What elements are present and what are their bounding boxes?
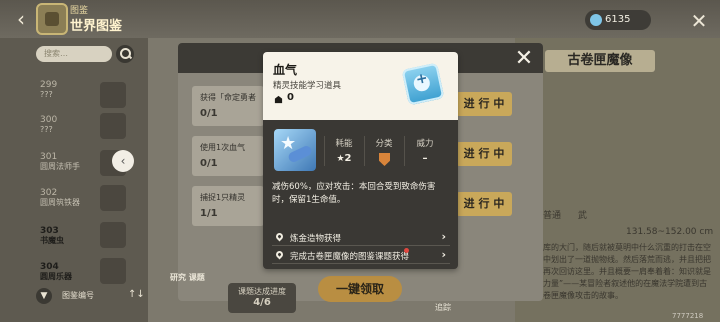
list-item[interactable]: 299???	[40, 80, 104, 100]
monster-thumbnail	[100, 222, 126, 248]
task-text: 获得「命定勇者	[200, 93, 256, 102]
track-progress: 4/6	[253, 297, 271, 308]
size-range: 131.58~152.00 cm	[626, 227, 714, 237]
list-item[interactable]: 301 圆周法师手	[40, 152, 104, 172]
task-card: 获得「命定勇者 0/1	[192, 86, 264, 126]
task-dialog-title: 古卷匣魔像	[545, 50, 655, 72]
item-header: 血气 精灵技能学习道具 0	[263, 52, 458, 120]
category-shield-icon	[379, 153, 390, 166]
task-progress: 0/1	[200, 158, 218, 169]
list-item[interactable]: 303 书魔虫	[40, 226, 104, 246]
monster-thumbnail	[100, 185, 126, 211]
cost-label: 耗能	[335, 139, 353, 149]
category-label: 分类	[375, 139, 393, 149]
source-row-research[interactable]: 完成古卷匣魔像的图鉴课题获得 ›	[272, 248, 450, 264]
sort-icon[interactable]: ↑↓	[128, 289, 145, 300]
owned-count: 0	[287, 92, 294, 103]
task-status-button[interactable]: 进 行 中	[456, 192, 512, 216]
task-text: 捕捉1只精灵	[200, 193, 246, 202]
type-tag: 武	[577, 211, 587, 221]
chevron-right-icon: ›	[441, 248, 446, 261]
item-name: 血气	[273, 63, 298, 77]
research-label: 研究 课题	[170, 273, 205, 282]
star-icon: ★	[336, 154, 345, 164]
task-text: 使用1次血气	[200, 143, 246, 152]
page-close-button[interactable]: ✕	[688, 10, 710, 32]
task-card: 捕捉1只精灵 1/1	[192, 186, 264, 226]
power-value: –	[422, 153, 428, 164]
skill-thumbnail	[274, 129, 316, 171]
page-title: 世界图鉴	[70, 19, 123, 34]
notification-dot	[404, 248, 409, 253]
filter-label[interactable]: 图鉴编号	[62, 290, 94, 301]
task-card: 使用1次血气 0/1	[192, 136, 264, 176]
filter-icon[interactable]: ▼	[36, 288, 52, 304]
source-row-alchemy[interactable]: 炼金造物获得 ›	[272, 230, 450, 246]
task-dialog-close-button[interactable]: ✕	[512, 47, 536, 71]
monster-thumbnail	[100, 258, 126, 284]
item-detail-popup: 血气 精灵技能学习道具 0 耗能 ★2 分类 威力 – 减伤60%，应对攻击：本…	[263, 52, 458, 269]
lore-text: 库的大门，随后就被莫明中什么沉重的打击在空中划出了一道抛物线。然后落荒而逃，并且…	[543, 243, 711, 300]
encyclopedia-logo	[36, 3, 68, 35]
previous-arrow-button[interactable]: ‹	[112, 150, 134, 172]
location-pin-icon	[274, 249, 285, 260]
chevron-right-icon: ›	[441, 230, 446, 243]
task-progress: 0/1	[200, 108, 218, 119]
rarity-tag: 普通	[543, 211, 562, 221]
track-button[interactable]: 追踪	[435, 302, 451, 313]
monster-thumbnail	[100, 113, 126, 139]
skill-item-icon	[401, 62, 445, 106]
book-icon	[45, 12, 59, 26]
sidebar-bottom-bar: ▼ 图鉴编号 ↑↓	[36, 288, 148, 304]
list-item[interactable]: 302 圆周筑铁器	[40, 188, 104, 208]
location-pin-icon	[274, 231, 285, 242]
claim-all-button[interactable]: 一键领取	[318, 276, 402, 302]
power-label: 威力	[416, 139, 434, 149]
gem-icon	[590, 14, 602, 26]
watermark: 7777218	[672, 312, 704, 320]
source-label: 完成古卷匣魔像的图鉴课题获得	[290, 252, 410, 262]
currency-display: 6135	[585, 10, 651, 30]
task-status-button[interactable]: 进 行 中	[456, 92, 512, 116]
task-progress: 1/1	[200, 208, 218, 219]
item-type: 精灵技能学习道具	[273, 81, 342, 91]
source-label: 炼金造物获得	[290, 234, 342, 244]
monster-thumbnail	[100, 82, 126, 108]
skill-effect-text: 减伤60%，应对攻击：本回合受到致命伤害时，保留1生命值。	[272, 182, 436, 205]
list-item[interactable]: 300???	[40, 115, 104, 135]
currency-amount: 6135	[605, 14, 631, 25]
inventory-icon	[274, 95, 283, 104]
cost-value: ★2	[336, 153, 352, 164]
back-button[interactable]: ‹	[10, 6, 32, 32]
monster-tags: 普通 武	[543, 208, 587, 221]
track-label: 课题达成进度	[238, 287, 286, 296]
search-icon[interactable]	[116, 45, 134, 63]
search-input[interactable]: 搜索…	[36, 46, 112, 62]
task-status-button[interactable]: 进 行 中	[456, 142, 512, 166]
task-progress-tracker: 课题达成进度 4/6	[228, 283, 296, 313]
list-item[interactable]: 304 圆周乐器	[40, 262, 104, 282]
